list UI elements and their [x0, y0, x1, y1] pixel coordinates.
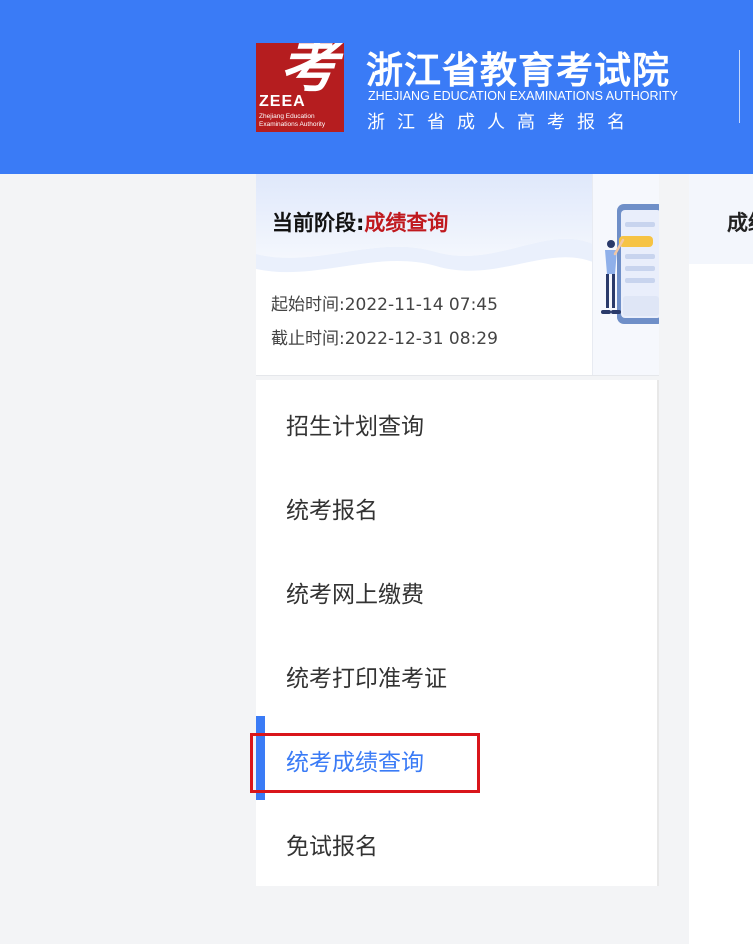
current-stage-card: 当前阶段:成绩查询 起始时间:2022-11-14 07:45 截止时间:202… [256, 174, 659, 376]
start-time: 起始时间:2022-11-14 07:45 [271, 290, 498, 315]
header-divider [739, 50, 740, 123]
menu-item-label: 招生计划查询 [286, 414, 424, 440]
end-time-label: 截止时间: [271, 329, 345, 349]
start-time-value: 2022-11-14 07:45 [344, 295, 498, 315]
menu-item-print-admission-ticket[interactable]: 统考打印准考证 [256, 632, 657, 716]
start-time-label: 起始时间: [271, 295, 345, 315]
active-indicator [256, 716, 265, 800]
logo-subtext: Zhejiang Education Examinations Authorit… [259, 113, 325, 129]
logo-sub-line1: Zhejiang Education [259, 113, 315, 120]
end-time: 截止时间:2022-12-31 08:29 [271, 324, 498, 349]
org-name-en: ZHEJIANG EDUCATION EXAMINATIONS AUTHORIT… [368, 89, 678, 103]
main-content-title: 成绩 [727, 211, 753, 235]
menu-item-online-payment[interactable]: 统考网上缴费 [256, 548, 657, 632]
logo-sub-line2: Examinations Authority [259, 121, 326, 128]
site-subtitle: 浙江省成人高考报名 [367, 112, 637, 133]
stage-label-key: 当前阶段: [272, 211, 365, 235]
menu-item-exempt-registration[interactable]: 免试报名 [256, 800, 657, 884]
stage-label-value: 成绩查询 [364, 211, 449, 235]
logo-char: 考 [280, 43, 339, 100]
main-content-panel [689, 174, 753, 944]
main-content-header: 成绩 [689, 174, 753, 264]
menu-item-label: 统考打印准考证 [286, 666, 447, 692]
site-header: 考 ZEEA Zhejiang Education Examinations A… [0, 0, 753, 174]
menu-item-label: 统考成绩查询 [286, 750, 424, 776]
menu-item-exam-registration[interactable]: 统考报名 [256, 464, 657, 548]
zeea-logo[interactable]: 考 ZEEA Zhejiang Education Examinations A… [256, 43, 344, 132]
menu-item-label: 免试报名 [286, 834, 378, 860]
org-name-cn: 浙江省教育考试院 [366, 48, 670, 92]
end-time-value: 2022-12-31 08:29 [344, 329, 498, 349]
menu-item-label: 统考报名 [286, 498, 378, 524]
menu-item-label: 统考网上缴费 [286, 582, 424, 608]
menu-item-score-query[interactable]: 统考成绩查询 [256, 716, 657, 800]
logo-abbr: ZEEA [259, 93, 306, 110]
stage-label: 当前阶段:成绩查询 [272, 207, 448, 237]
side-menu: 招生计划查询 统考报名 统考网上缴费 统考打印准考证 统考成绩查询 免试报名 [256, 380, 659, 886]
menu-item-enrollment-plan[interactable]: 招生计划查询 [256, 380, 657, 464]
phone-illustration-icon [593, 174, 659, 375]
